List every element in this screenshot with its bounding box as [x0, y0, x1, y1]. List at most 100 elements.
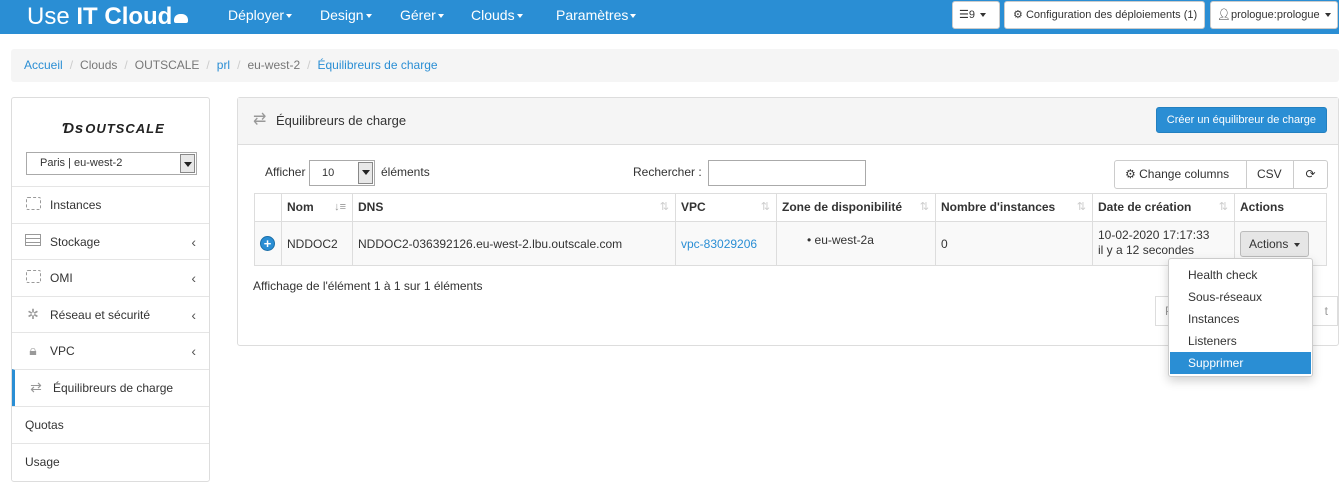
sidebar-item-stockage[interactable]: Stockage ‹ [12, 223, 209, 260]
breadcrumb-prl[interactable]: prl [217, 58, 230, 72]
menu-item-instances[interactable]: Instances [1169, 308, 1312, 330]
column-header-nom[interactable]: Nom ↓≡ [281, 193, 353, 222]
breadcrumb-separator: / [124, 58, 128, 72]
sidebar-item-equilibreurs[interactable]: ⇄ Équilibreurs de charge [12, 369, 209, 406]
sidebar-item-label: Réseau et sécurité [50, 308, 151, 322]
gear-icon: ⚙ [1125, 167, 1136, 181]
ds-logo-icon: Ɗs [62, 120, 85, 137]
select-arrow-icon[interactable] [358, 162, 373, 184]
refresh-button[interactable]: ⟳ [1294, 161, 1327, 188]
column-header-expand [254, 193, 282, 222]
chevron-left-icon: ‹ [191, 270, 196, 286]
cell-dns: NDDOC2-036392126.eu-west-2.lbu.outscale.… [352, 221, 676, 266]
expand-plus-icon[interactable]: + [260, 236, 275, 251]
nav-menu-label: Paramètres [556, 7, 629, 23]
nav-menu-deployer[interactable]: Déployer [228, 0, 293, 34]
list-icon: ☰ [959, 9, 969, 21]
sidebar-item-usage[interactable]: Usage [12, 443, 209, 480]
search-input[interactable] [708, 160, 866, 186]
cell-name: NDDOC2 [281, 221, 353, 266]
swap-arrows-icon: ⇄ [253, 111, 267, 128]
menu-item-health-check[interactable]: Health check [1169, 264, 1312, 286]
sidebar-item-vpc[interactable]: 🔒︎ VPC ‹ [12, 332, 209, 369]
gear-icon: ⚙ [1013, 9, 1023, 21]
nav-menu-parametres[interactable]: Paramètres [556, 0, 637, 34]
deploy-config-button[interactable]: ⚙ Configuration des déploiements (1) [1004, 1, 1205, 29]
page-length-value: 10 [322, 167, 335, 179]
column-header-label: Date de création [1098, 200, 1192, 214]
breadcrumb-region: eu-west-2 [247, 58, 301, 72]
menu-item-listeners[interactable]: Listeners [1169, 330, 1312, 352]
caret-down-icon [1293, 242, 1300, 247]
swap-arrows-icon: ⇄ [30, 379, 42, 395]
select-arrow-icon[interactable] [180, 154, 195, 173]
sort-icon: ⇅ [760, 201, 770, 213]
sidebar-item-quotas[interactable]: Quotas [12, 406, 209, 443]
column-header-instances[interactable]: Nombre d'instances ⇅ [935, 193, 1093, 222]
brand-logo[interactable]: Use IT Cloud [27, 2, 189, 32]
cell-instances: 0 [935, 221, 1093, 266]
nav-menu-clouds[interactable]: Clouds [471, 0, 523, 34]
sidebar-item-label: VPC [50, 344, 75, 358]
breadcrumb-accueil[interactable]: Accueil [24, 58, 63, 72]
actions-dropdown-menu: Health check Sous-réseaux Instances List… [1168, 258, 1313, 377]
sidebar-item-instances[interactable]: Instances [12, 186, 209, 223]
outscale-logo: ƊsOUTSCALE [62, 120, 165, 137]
sidebar-item-label: Équilibreurs de charge [53, 381, 174, 395]
sort-desc-icon: ↓≡ [334, 201, 346, 213]
sidebar-item-label: OMI [50, 271, 73, 285]
change-columns-button[interactable]: ⚙ Change columns [1115, 161, 1247, 188]
lock-icon: 🔒︎ [29, 342, 37, 358]
column-header-label: DNS [358, 200, 384, 214]
vpc-link[interactable]: vpc-83029206 [681, 237, 757, 251]
breadcrumb-current[interactable]: Équilibreurs de charge [317, 58, 437, 72]
top-navbar: Use IT Cloud Déployer Design Gérer Cloud… [0, 0, 1339, 34]
load-balancers-table: Nom ↓≡ DNS ⇅ VPC ⇅ Zone de disponibilité ⇅ N… [254, 193, 1327, 266]
breadcrumb: Accueil / Clouds / OUTSCALE / prl / eu-west-2 / Éq… [11, 49, 1339, 82]
column-header-label: Zone de disponibilité [782, 200, 902, 214]
chevron-left-icon: ‹ [191, 234, 196, 250]
column-header-label: VPC [681, 200, 706, 214]
brand-prefix: Use [27, 3, 77, 30]
sidebar-item-label: Usage [25, 455, 60, 469]
column-header-dns[interactable]: DNS ⇅ [352, 193, 676, 222]
column-header-vpc[interactable]: VPC ⇅ [675, 193, 777, 222]
cloud-icon [174, 14, 189, 23]
page-length-select[interactable]: 10 [309, 160, 375, 186]
column-header-date[interactable]: Date de création ⇅ [1092, 193, 1235, 222]
search-label: Rechercher : [633, 165, 702, 179]
sidebar-item-label: Stockage [50, 235, 101, 249]
nav-menu-gerer[interactable]: Gérer [400, 0, 444, 34]
breadcrumb-separator: / [69, 58, 74, 72]
create-load-balancer-button[interactable]: Créer un équilibreur de charge [1155, 107, 1327, 133]
sidebar-item-omi[interactable]: OMI ‹ [12, 259, 209, 296]
nav-menu-design[interactable]: Design [320, 0, 372, 34]
breadcrumb-separator: / [237, 58, 241, 72]
table-row: + NDDOC2 NDDOC2-036392126.eu-west-2.lbu.… [254, 221, 1327, 266]
column-header-zone[interactable]: Zone de disponibilité ⇅ [776, 193, 936, 222]
actions-dropdown-button[interactable]: Actions [1240, 231, 1309, 257]
user-menu-button[interactable]: 👤︎prologue:prologue [1210, 1, 1338, 29]
user-name: prologue:prologue [1230, 9, 1320, 21]
refresh-icon: ⟳ [1305, 167, 1316, 181]
sidebar-item-reseau[interactable]: ✲ Réseau et sécurité ‹ [12, 296, 209, 333]
breadcrumb-separator: / [307, 58, 311, 72]
breadcrumb-outscale: OUTSCALE [134, 58, 200, 72]
table-tools: ⚙ Change columns CSV ⟳ [1114, 160, 1328, 189]
caret-down-icon [980, 13, 987, 18]
caret-down-icon [365, 14, 372, 19]
deploy-config-label: Configuration des déploiements (1) [1025, 9, 1198, 21]
column-header-actions: Actions [1234, 193, 1327, 222]
cell-vpc: vpc-83029206 [675, 221, 777, 266]
region-select[interactable]: Paris | eu-west-2 [26, 152, 197, 175]
tasks-count: 9 [968, 9, 975, 21]
column-header-label: Nom [287, 200, 314, 214]
menu-item-sous-reseaux[interactable]: Sous-réseaux [1169, 286, 1312, 308]
sidebar-item-label: Instances [50, 198, 102, 212]
menu-item-supprimer[interactable]: Supprimer [1170, 352, 1311, 374]
elements-label: éléments [381, 165, 430, 179]
tasks-button[interactable]: ☰9 [952, 1, 1000, 29]
show-label: Afficher [265, 165, 306, 179]
sort-icon: ⇅ [1218, 201, 1228, 213]
csv-button[interactable]: CSV [1247, 161, 1294, 188]
